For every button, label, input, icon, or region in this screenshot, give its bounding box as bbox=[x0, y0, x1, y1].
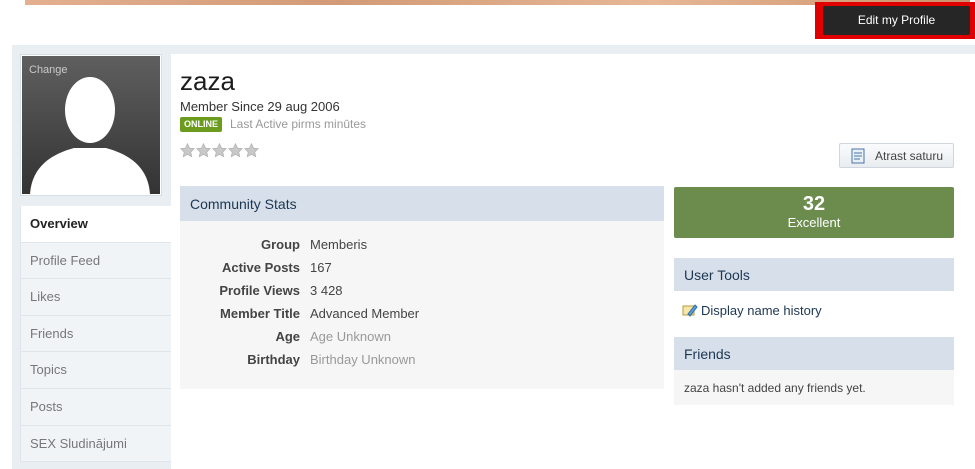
member-since: Member Since 29 aug 2006 bbox=[180, 99, 340, 114]
profile-name: zaza bbox=[180, 66, 235, 96]
stat-key: Birthday bbox=[247, 352, 300, 367]
edit-profile-button[interactable]: Edit my Profile bbox=[823, 6, 970, 35]
friends-title: Friends bbox=[674, 337, 954, 370]
stat-key: Group bbox=[261, 237, 300, 252]
user-tools-title: User Tools bbox=[674, 258, 954, 291]
reputation-label: Excellent bbox=[787, 215, 841, 230]
avatar-image: Change bbox=[22, 56, 160, 194]
stat-key: Active Posts bbox=[221, 260, 300, 275]
stat-row: Active Posts 167 bbox=[180, 260, 664, 283]
online-badge: ONLINE bbox=[180, 117, 223, 132]
stat-value: 3 428 bbox=[310, 283, 343, 298]
stat-value: 167 bbox=[310, 260, 332, 275]
tab-likes[interactable]: Likes bbox=[20, 279, 171, 316]
profile-tabs: Overview Profile Feed Likes Friends Topi… bbox=[20, 206, 171, 463]
edit-profile-highlight: Edit my Profile bbox=[815, 2, 975, 39]
user-tools-body: Display name history bbox=[674, 291, 954, 327]
tab-friends[interactable]: Friends bbox=[20, 315, 171, 353]
community-stats-body: Group Memberis Active Posts 167 Profile … bbox=[180, 221, 664, 389]
change-photo-link[interactable]: Change bbox=[29, 64, 68, 76]
tab-topics[interactable]: Topics bbox=[20, 352, 171, 389]
find-content-button[interactable]: Atrast saturu bbox=[839, 143, 954, 168]
display-name-history-link[interactable]: Display name history bbox=[682, 302, 822, 318]
tab-overview[interactable]: Overview bbox=[20, 206, 171, 243]
pencil-tag-icon bbox=[682, 304, 698, 317]
tab-profile-feed[interactable]: Profile Feed bbox=[20, 242, 171, 280]
find-content-label: Atrast saturu bbox=[875, 149, 944, 163]
stat-value: Birthday Unknown bbox=[310, 352, 416, 367]
star-icon[interactable] bbox=[196, 143, 211, 158]
rating-stars[interactable] bbox=[180, 143, 259, 158]
stat-value: Advanced Member bbox=[310, 306, 420, 321]
stat-row: Profile Views 3 428 bbox=[180, 283, 664, 306]
friends-empty-text: zaza hasn't added any friends yet. bbox=[684, 381, 866, 395]
stat-row: Group Memberis bbox=[180, 237, 664, 260]
star-icon[interactable] bbox=[180, 143, 195, 158]
tab-posts[interactable]: Posts bbox=[20, 388, 171, 426]
stat-value: Age Unknown bbox=[310, 329, 391, 344]
reputation-value: 32 bbox=[802, 193, 826, 215]
default-user-silhouette-icon bbox=[30, 77, 150, 194]
stat-key: Age bbox=[275, 329, 300, 344]
display-name-history-label: Display name history bbox=[701, 303, 822, 318]
stat-row: Member Title Advanced Member bbox=[180, 306, 664, 329]
stat-row: Birthday Birthday Unknown bbox=[180, 352, 664, 375]
star-icon[interactable] bbox=[228, 143, 243, 158]
stat-key: Profile Views bbox=[219, 283, 300, 298]
stat-value: Memberis bbox=[310, 237, 368, 252]
stat-row: Age Age Unknown bbox=[180, 329, 664, 352]
document-icon bbox=[851, 148, 865, 164]
stat-key: Member Title bbox=[220, 306, 300, 321]
community-stats-title: Community Stats bbox=[180, 186, 664, 221]
avatar[interactable]: Change bbox=[20, 54, 162, 196]
friends-body: zaza hasn't added any friends yet. bbox=[674, 370, 954, 405]
star-icon[interactable] bbox=[244, 143, 259, 158]
last-active: Last Active pirms minūtes bbox=[230, 117, 367, 131]
tab-sex-sludinajumi[interactable]: SEX Sludinājumi bbox=[20, 425, 171, 463]
reputation-box: 32 Excellent bbox=[674, 187, 954, 238]
star-icon[interactable] bbox=[212, 143, 227, 158]
